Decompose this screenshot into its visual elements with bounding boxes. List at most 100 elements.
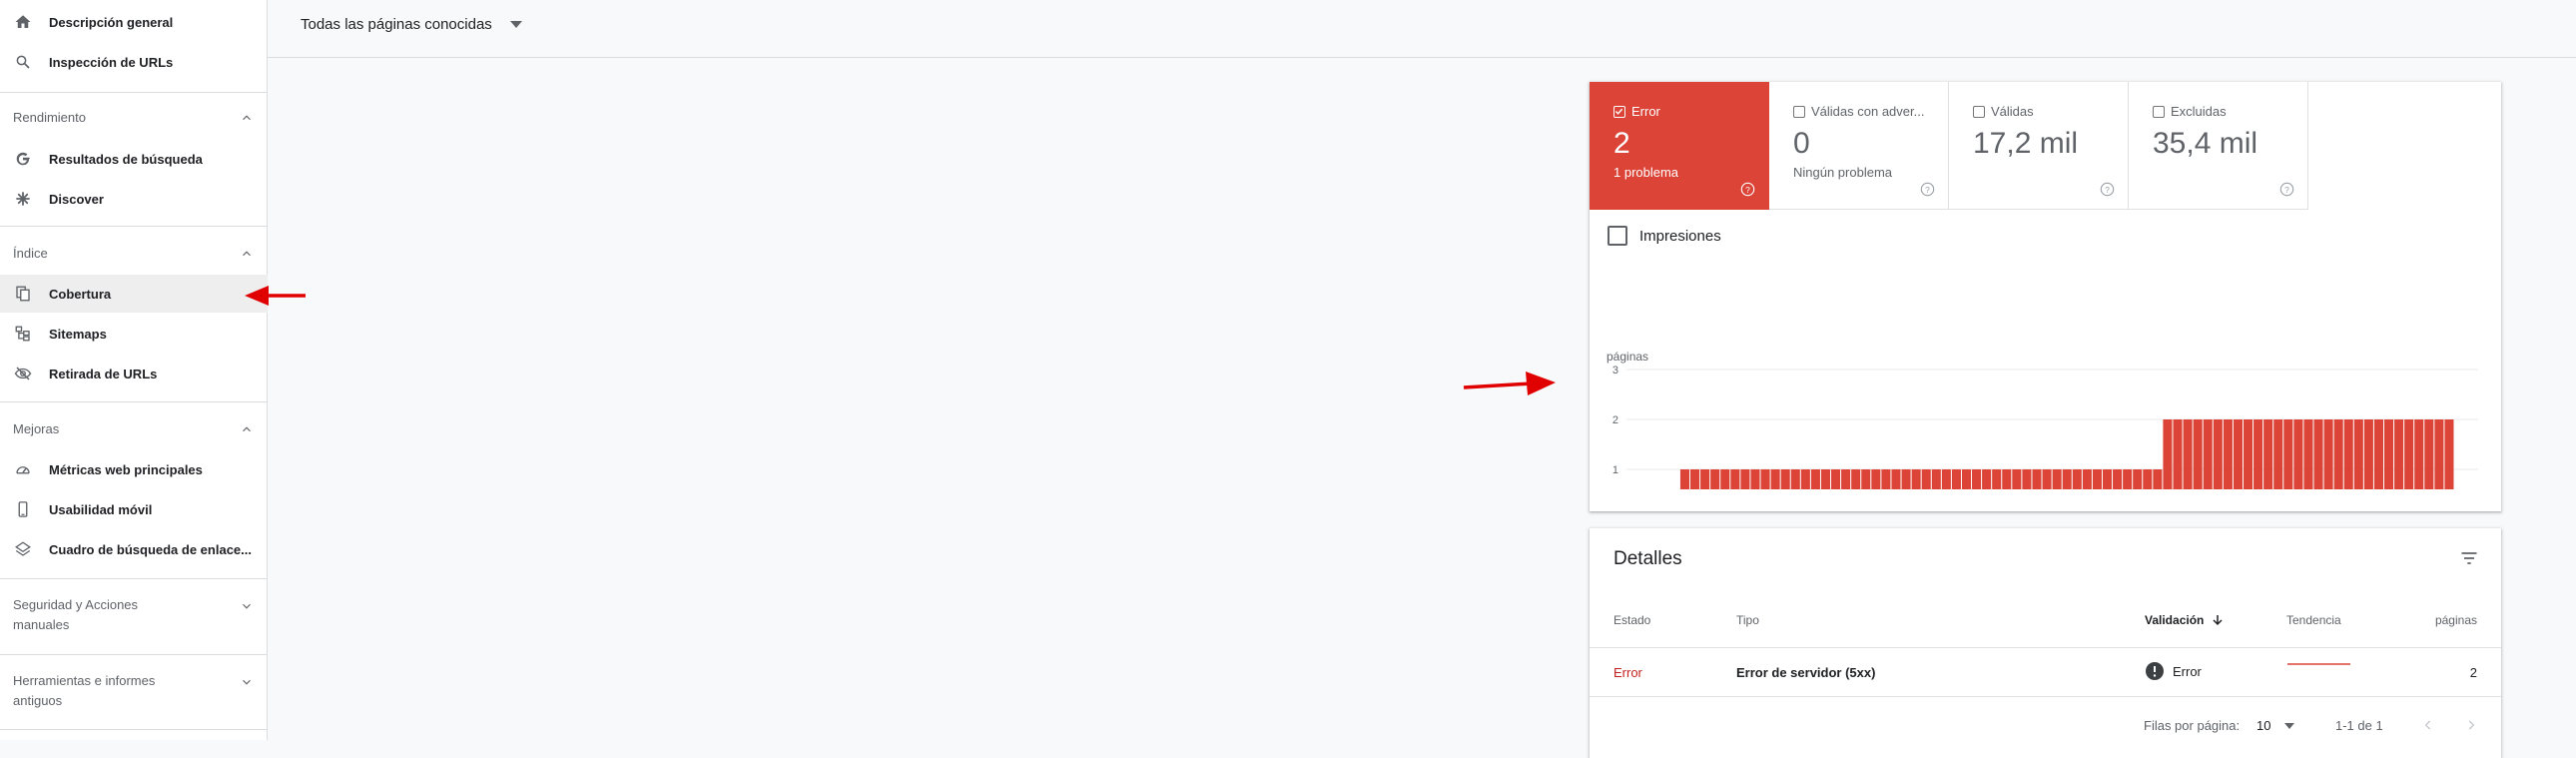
column-validacion[interactable]: Validación (2145, 613, 2224, 627)
chart-bar[interactable] (2373, 419, 2383, 489)
chart-bar[interactable] (2383, 419, 2394, 489)
chart-bar[interactable] (1881, 469, 1891, 489)
tile-excluidas[interactable]: Excluidas 35,4 mil ? (2129, 82, 2308, 210)
chart-bar[interactable] (1921, 469, 1931, 489)
nav-cuadro-busqueda[interactable]: Cuadro de búsqueda de enlace... (0, 530, 268, 568)
section-seguridad[interactable]: Seguridad y Acciones manuales (0, 595, 268, 635)
chart-bar[interactable] (2273, 419, 2283, 489)
tile-validas[interactable]: Válidas 17,2 mil ? (1949, 82, 2129, 210)
chart-bar[interactable] (2323, 419, 2333, 489)
rows-per-page-select[interactable]: 10 (2256, 718, 2295, 733)
column-tendencia[interactable]: Tendencia (2286, 613, 2341, 627)
chart-bar[interactable] (2163, 419, 2173, 489)
chart-bar[interactable] (1841, 469, 1851, 489)
chart-bar[interactable] (2434, 419, 2444, 489)
chart-bar[interactable] (1861, 469, 1871, 489)
chart-bar[interactable] (2243, 419, 2254, 489)
chart-bar[interactable] (2363, 419, 2373, 489)
chart-bar[interactable] (1810, 469, 1820, 489)
chart-bar[interactable] (1730, 469, 1740, 489)
chart-bar[interactable] (1790, 469, 1800, 489)
nav-inspeccion-urls[interactable]: Inspección de URLs (0, 43, 268, 81)
chart-bar[interactable] (2092, 469, 2102, 489)
chart-bar[interactable] (1780, 469, 1790, 489)
section-rendimiento[interactable]: Rendimiento (0, 108, 268, 128)
nav-metricas-web[interactable]: Métricas web principales (0, 450, 268, 488)
chart-bar[interactable] (1911, 469, 1921, 489)
chart-bar[interactable] (2404, 419, 2414, 489)
chart-bar[interactable] (2394, 419, 2404, 489)
chart-bar[interactable] (1871, 469, 1881, 489)
filter-icon[interactable] (2459, 548, 2479, 568)
tile-error[interactable]: Error 2 1 problema ? (1590, 82, 1769, 210)
property-selector[interactable]: Todas las páginas conocidas (301, 16, 522, 33)
chart-bar[interactable] (1951, 469, 1961, 489)
chart-bar[interactable] (1961, 469, 1972, 489)
chart-bar[interactable] (2012, 469, 2022, 489)
next-page-icon[interactable] (2464, 718, 2478, 732)
chart-bar[interactable] (1750, 469, 1760, 489)
chart-bar[interactable] (2293, 419, 2303, 489)
nav-sitemaps[interactable]: Sitemaps (0, 315, 268, 353)
section-mejoras[interactable]: Mejoras (0, 419, 268, 439)
nav-resultados-busqueda[interactable]: Resultados de búsqueda (0, 140, 268, 178)
chart-bar[interactable] (1700, 469, 1710, 489)
chart-bar[interactable] (2072, 469, 2082, 489)
chart-bar[interactable] (2414, 419, 2424, 489)
chart-bar[interactable] (2313, 419, 2323, 489)
chart-bar[interactable] (2353, 419, 2363, 489)
chart-bar[interactable] (2193, 419, 2203, 489)
chart-bar[interactable] (2333, 419, 2343, 489)
nav-discover[interactable]: Discover (0, 180, 268, 218)
chart-bar[interactable] (2153, 469, 2163, 489)
nav-descripcion-general[interactable]: Descripción general (0, 3, 268, 41)
chart-bar[interactable] (2113, 469, 2123, 489)
chart-bar[interactable] (2223, 419, 2233, 489)
help-icon[interactable]: ? (2100, 182, 2115, 197)
chart-bar[interactable] (2254, 419, 2263, 489)
chart-bar[interactable] (1831, 469, 1841, 489)
chart-bar[interactable] (1770, 469, 1780, 489)
chart-bar[interactable] (1720, 469, 1730, 489)
impressions-toggle[interactable]: Impresiones (1608, 226, 1721, 246)
section-herramientas[interactable]: Herramientas e informes antiguos (0, 671, 268, 711)
chart-bar[interactable] (1690, 469, 1700, 489)
chart-bar[interactable] (1941, 469, 1951, 489)
help-icon[interactable]: ? (1920, 182, 1935, 197)
help-icon[interactable]: ? (1740, 182, 1755, 197)
nav-usabilidad-movil[interactable]: Usabilidad móvil (0, 490, 268, 528)
chart-bar[interactable] (2263, 419, 2273, 489)
chart-bar[interactable] (2133, 469, 2143, 489)
chart-bar[interactable] (2062, 469, 2072, 489)
chart-bar[interactable] (1891, 469, 1901, 489)
chart-bar[interactable] (2444, 419, 2454, 489)
chart-bar[interactable] (1800, 469, 1810, 489)
column-tipo[interactable]: Tipo (1736, 613, 1759, 627)
chart-bar[interactable] (2082, 469, 2092, 489)
chart-bar[interactable] (2102, 469, 2113, 489)
chart-bar[interactable] (1740, 469, 1750, 489)
chart-bar[interactable] (2343, 419, 2353, 489)
chart-bar[interactable] (2042, 469, 2052, 489)
chart-bar[interactable] (1992, 469, 2002, 489)
chart-bar[interactable] (2173, 419, 2183, 489)
section-indice[interactable]: Índice (0, 244, 268, 264)
chart-bar[interactable] (2213, 419, 2223, 489)
help-icon[interactable]: ? (2279, 182, 2294, 197)
tile-validas-advertencias[interactable]: Válidas con adver... 0 Ningún problema ? (1769, 82, 1949, 210)
prev-page-icon[interactable] (2421, 718, 2435, 732)
chart-bar[interactable] (2233, 419, 2243, 489)
chart-bar[interactable] (2424, 419, 2434, 489)
chart-bar[interactable] (2283, 419, 2293, 489)
nav-retirada-urls[interactable]: Retirada de URLs (0, 355, 268, 392)
chart-bar[interactable] (1820, 469, 1831, 489)
chart-bar[interactable] (1710, 469, 1720, 489)
chart-bar[interactable] (2303, 419, 2313, 489)
nav-cobertura[interactable]: Cobertura (0, 275, 268, 313)
column-paginas[interactable]: páginas (2435, 613, 2477, 627)
chart-bar[interactable] (2183, 419, 2193, 489)
chart-bar[interactable] (2052, 469, 2062, 489)
chart-bar[interactable] (1972, 469, 1982, 489)
column-estado[interactable]: Estado (1613, 613, 1650, 627)
chart-bar[interactable] (2002, 469, 2012, 489)
